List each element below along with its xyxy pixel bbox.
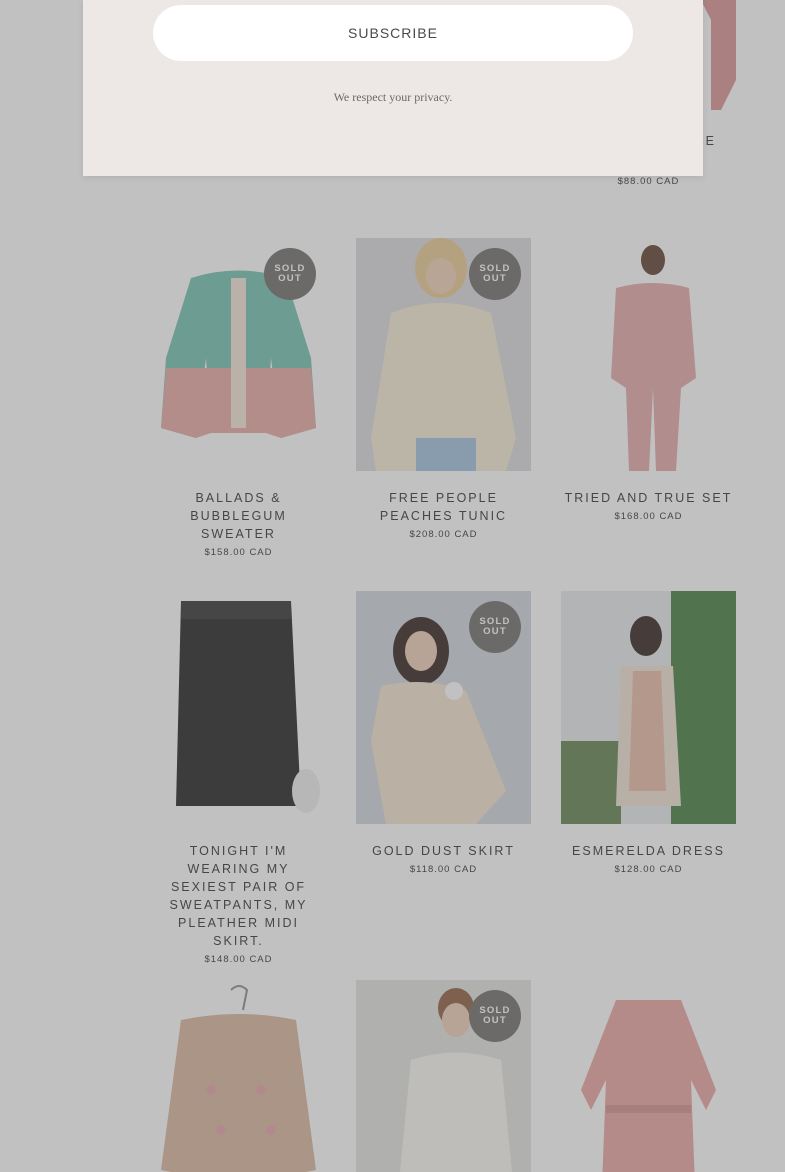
privacy-note: We respect your privacy. [333,90,453,104]
subscribe-button[interactable]: SUBSCRIBE [153,5,633,61]
newsletter-modal: SUBSCRIBE We respect your privacy. [83,0,703,176]
